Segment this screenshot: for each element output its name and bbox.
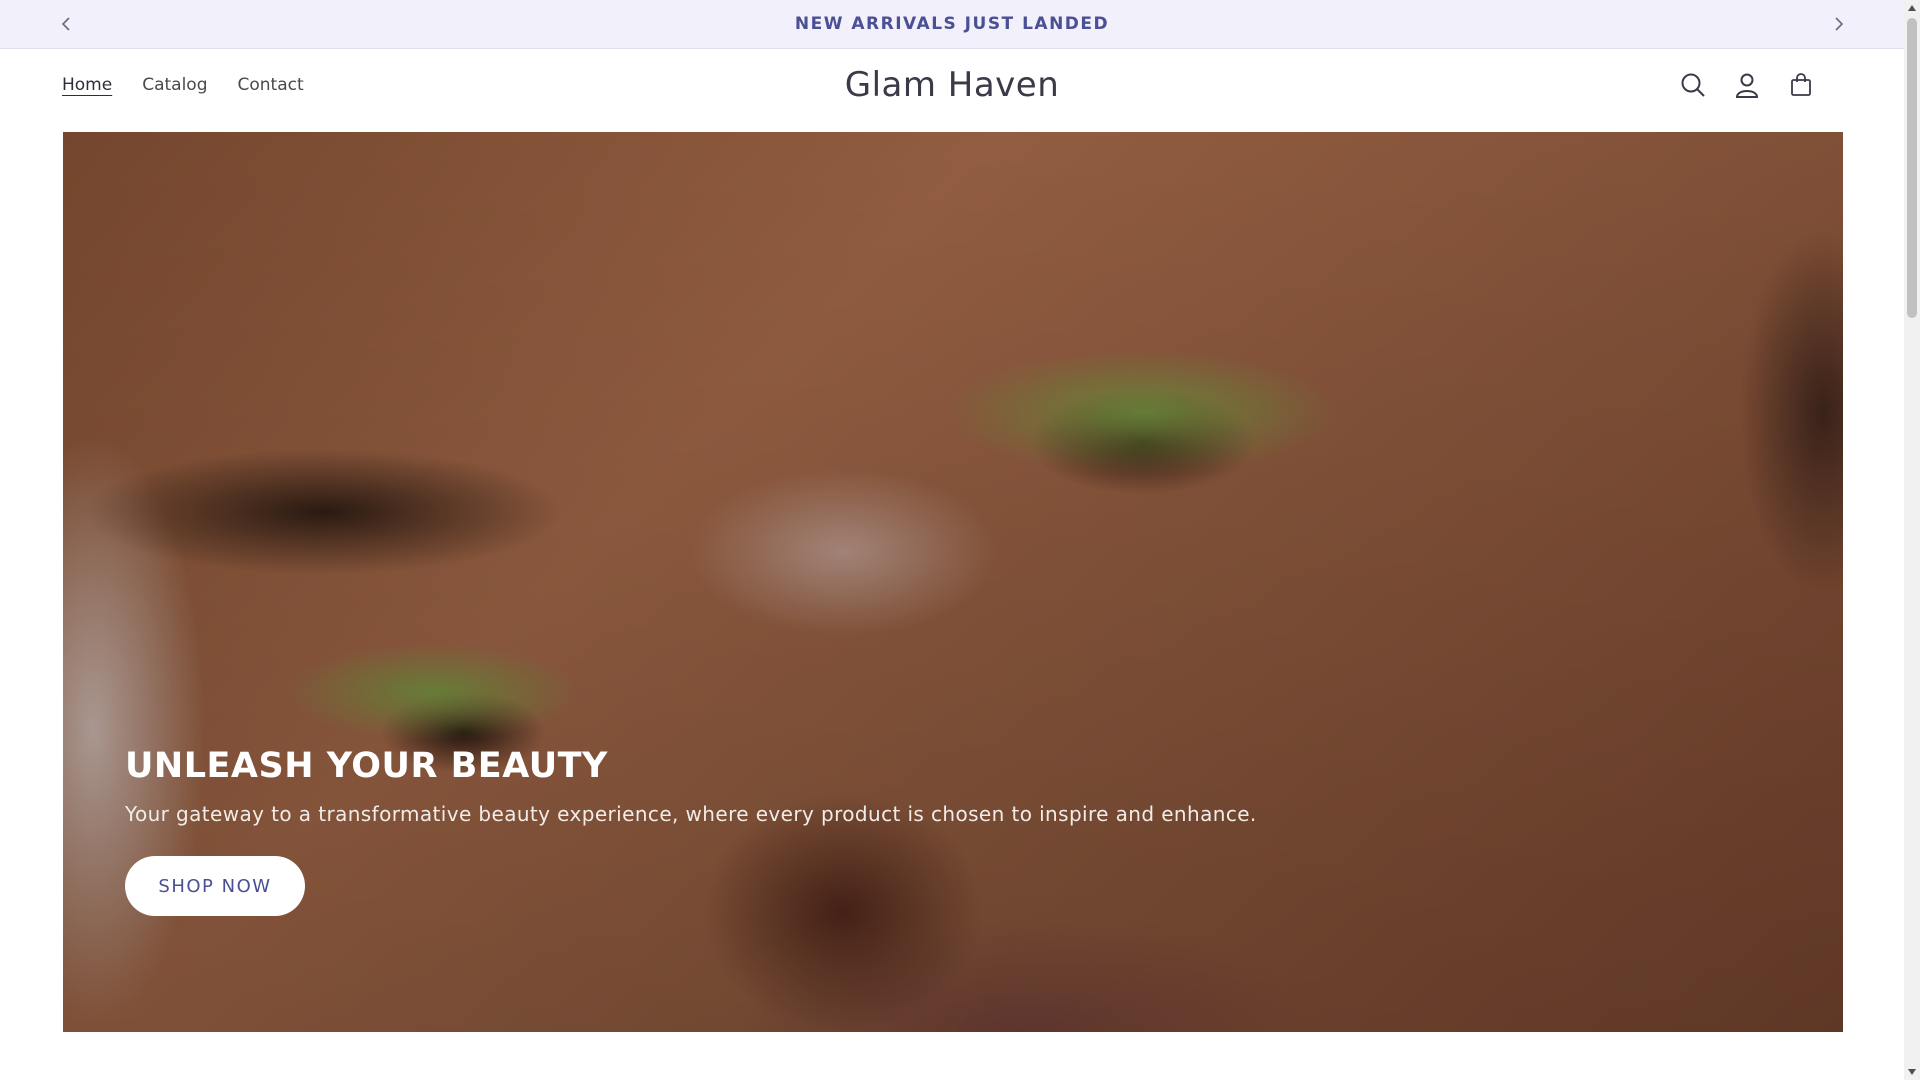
chevron-left-icon bbox=[61, 17, 70, 31]
scroll-thumb[interactable] bbox=[1907, 18, 1917, 318]
cart-icon bbox=[1791, 73, 1811, 96]
announcement-bar: NEW ARRIVALS JUST LANDED bbox=[0, 0, 1904, 49]
hero-subtitle: Your gateway to a transformative beauty … bbox=[125, 802, 1257, 826]
search-icon bbox=[1681, 73, 1705, 97]
scroll-down-button[interactable] bbox=[1904, 1064, 1920, 1080]
account-button[interactable] bbox=[1731, 69, 1763, 101]
site-logo[interactable]: Glam Haven bbox=[0, 65, 1904, 105]
search-button[interactable] bbox=[1677, 69, 1709, 101]
site-header: Home Catalog Contact Glam Haven bbox=[0, 49, 1904, 131]
announcement-prev-button[interactable] bbox=[54, 12, 78, 36]
hero-title: UNLEASH YOUR BEAUTY bbox=[125, 746, 608, 786]
triangle-down-icon bbox=[1908, 1069, 1916, 1075]
cart-button[interactable] bbox=[1785, 69, 1817, 101]
page-scrollbar[interactable] bbox=[1904, 0, 1920, 1080]
shop-now-button[interactable]: SHOP NOW bbox=[125, 856, 305, 916]
account-icon bbox=[1735, 73, 1759, 98]
hero-content: UNLEASH YOUR BEAUTY Your gateway to a tr… bbox=[125, 746, 1257, 916]
announcement-next-button[interactable] bbox=[1827, 12, 1851, 36]
scroll-up-button[interactable] bbox=[1904, 0, 1920, 16]
hero-banner: UNLEASH YOUR BEAUTY Your gateway to a tr… bbox=[63, 132, 1843, 1032]
announcement-text: NEW ARRIVALS JUST LANDED bbox=[794, 14, 1110, 34]
triangle-up-icon bbox=[1908, 5, 1916, 11]
header-icons bbox=[1677, 69, 1817, 101]
chevron-right-icon bbox=[1835, 17, 1844, 31]
